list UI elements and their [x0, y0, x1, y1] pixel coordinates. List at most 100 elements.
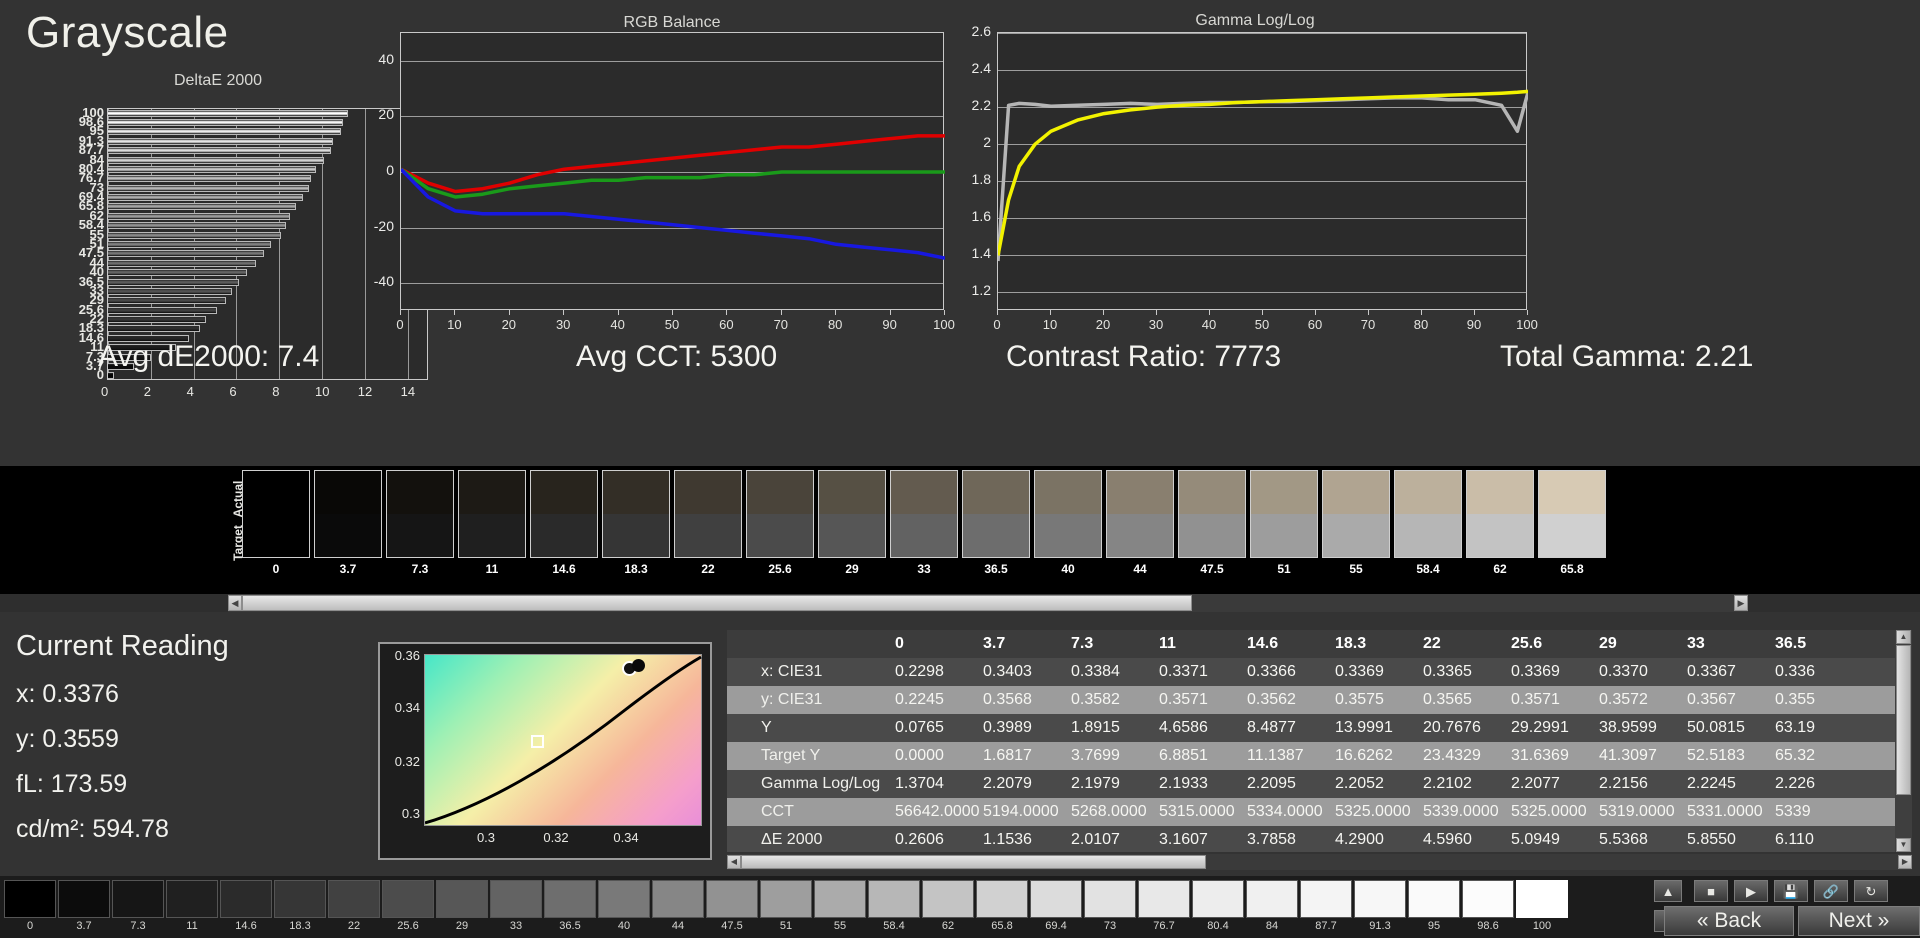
table-cell: 0.3369: [1511, 663, 1560, 680]
patch-swatch[interactable]: [530, 470, 598, 558]
grayscale-swatch[interactable]: [976, 880, 1028, 918]
patch-swatch[interactable]: [242, 470, 310, 558]
grayscale-swatch[interactable]: [328, 880, 380, 918]
table-cell: 1.1536: [983, 831, 1032, 848]
grayscale-swatch[interactable]: [1192, 880, 1244, 918]
grayscale-swatch[interactable]: [382, 880, 434, 918]
patch-swatch[interactable]: [1178, 470, 1246, 558]
patch-swatch[interactable]: [314, 470, 382, 558]
patch-target: [1467, 514, 1533, 557]
grayscale-swatch[interactable]: [544, 880, 596, 918]
patch-swatch[interactable]: [674, 470, 742, 558]
patch-swatch[interactable]: [1034, 470, 1102, 558]
deltae-bar: [108, 184, 310, 192]
grayscale-swatch[interactable]: [814, 880, 866, 918]
patch-swatch[interactable]: [890, 470, 958, 558]
refresh-icon[interactable]: ↻: [1854, 880, 1888, 902]
patch-swatch[interactable]: [602, 470, 670, 558]
table-row[interactable]: y: CIE31 0.2245 0.3568 0.3582 0.3571 0.3562 0.…: [727, 686, 1912, 714]
patch-swatch[interactable]: [1322, 470, 1390, 558]
grayscale-swatch[interactable]: [1138, 880, 1190, 918]
gamma-x-label: 20: [1095, 317, 1111, 332]
rgb-balance-x-tick: [835, 310, 837, 315]
patch-target: [819, 514, 885, 557]
rgb-balance-y-label: -20: [373, 217, 394, 234]
back-button[interactable]: « Back: [1664, 906, 1794, 936]
grayscale-swatch[interactable]: [220, 880, 272, 918]
grayscale-swatch[interactable]: [112, 880, 164, 918]
table-row[interactable]: Gamma Log/Log 1.3704 2.2079 2.1979 2.1933 2.2…: [727, 770, 1912, 798]
table-cell: 5.5368: [1599, 831, 1648, 848]
table-row[interactable]: ΔE 2000 0.2606 1.1536 2.0107 3.1607 3.7858 4.2…: [727, 826, 1912, 852]
deltae-x-label: 2: [143, 384, 152, 399]
grayscale-swatch[interactable]: [1030, 880, 1082, 918]
grayscale-swatch-label: 11: [186, 920, 198, 932]
table-vertical-scrollbar[interactable]: ▲ ▼: [1895, 630, 1912, 852]
patch-scroll-left-arrow[interactable]: ◀: [228, 595, 242, 611]
table-cell: 5325.0000: [1511, 803, 1587, 820]
play-icon[interactable]: ▶: [1734, 880, 1768, 902]
grayscale-swatch[interactable]: [652, 880, 704, 918]
grayscale-swatch[interactable]: [1300, 880, 1352, 918]
patch-swatch[interactable]: [1106, 470, 1174, 558]
grayscale-swatch[interactable]: [1354, 880, 1406, 918]
table-row[interactable]: Target Y 0.0000 1.6817 3.7699 6.8851 11.1387 1…: [727, 742, 1912, 770]
grayscale-swatch[interactable]: [436, 880, 488, 918]
grayscale-swatch[interactable]: [1246, 880, 1298, 918]
patch-swatch[interactable]: [962, 470, 1030, 558]
table-hscroll-thumb[interactable]: [741, 855, 1206, 869]
table-scroll-left-arrow[interactable]: ◀: [727, 855, 741, 869]
grayscale-swatch[interactable]: [1084, 880, 1136, 918]
patch-target: [1395, 514, 1461, 557]
grayscale-swatch[interactable]: [166, 880, 218, 918]
gamma-y-label: 2: [983, 134, 991, 151]
rgb-balance-x-tick: [726, 310, 728, 315]
table-row[interactable]: Y 0.0765 0.3989 1.8915 4.6586 8.4877 13.9991 20…: [727, 714, 1912, 742]
patch-swatch[interactable]: [818, 470, 886, 558]
grayscale-swatch[interactable]: [760, 880, 812, 918]
stop-icon[interactable]: ■: [1694, 880, 1728, 902]
patch-label: 18.3: [624, 562, 648, 576]
grayscale-swatch[interactable]: [922, 880, 974, 918]
patch-actual: [387, 471, 453, 514]
table-horizontal-scrollbar[interactable]: ◀ ▶: [727, 854, 1912, 870]
patch-strip-scrollbar[interactable]: ◀ ▶: [228, 594, 1748, 612]
grayscale-swatch[interactable]: [868, 880, 920, 918]
scroll-up-button[interactable]: ▲: [1654, 880, 1682, 902]
grayscale-swatch[interactable]: [1408, 880, 1460, 918]
gamma-x-tick: [1527, 310, 1528, 315]
patch-swatch[interactable]: [1538, 470, 1606, 558]
table-cell: 2.2077: [1511, 775, 1560, 792]
patch-scroll-thumb[interactable]: [242, 595, 1192, 611]
cie-chromaticity-chart[interactable]: 0.36 0.34 0.32 0.3 0.3 0.32 0.34: [378, 642, 712, 860]
table-scroll-down-arrow[interactable]: ▼: [1896, 838, 1911, 852]
grayscale-swatch[interactable]: [490, 880, 542, 918]
grayscale-swatch[interactable]: [706, 880, 758, 918]
avg-cct-stat: Avg CCT: 5300: [576, 340, 778, 373]
patch-scroll-right-arrow[interactable]: ▶: [1734, 595, 1748, 611]
patch-swatch[interactable]: [1250, 470, 1318, 558]
measurements-table[interactable]: 0 3.7 7.3 11 14.6 18.3 22 25.6 29 33 36.5 x: CIE31 0…: [727, 630, 1912, 852]
patch-swatch[interactable]: [1394, 470, 1462, 558]
table-row[interactable]: CCT 56642.0000 5194.0000 5268.0000 5315.0000…: [727, 798, 1912, 826]
table-vscroll-thumb[interactable]: [1896, 645, 1911, 795]
patch-swatch[interactable]: [386, 470, 454, 558]
grayscale-swatch[interactable]: [274, 880, 326, 918]
patch-swatch[interactable]: [1466, 470, 1534, 558]
patch-swatch[interactable]: [746, 470, 814, 558]
rgb-balance-line-blue: [401, 167, 945, 260]
grayscale-swatch[interactable]: [1462, 880, 1514, 918]
grayscale-swatch[interactable]: [598, 880, 650, 918]
save-icon[interactable]: 💾: [1774, 880, 1808, 902]
table-column-header: 3.7: [983, 635, 1006, 652]
grayscale-swatch[interactable]: [58, 880, 110, 918]
chevron-right-icon: »: [1877, 909, 1890, 932]
next-button[interactable]: Next »: [1798, 906, 1920, 936]
table-row[interactable]: x: CIE31 0.2298 0.3403 0.3384 0.3371 0.3366 0.…: [727, 658, 1912, 686]
grayscale-swatch[interactable]: [1516, 880, 1568, 918]
table-scroll-up-arrow[interactable]: ▲: [1896, 630, 1911, 644]
patch-swatch[interactable]: [458, 470, 526, 558]
table-scroll-right-arrow[interactable]: ▶: [1898, 855, 1912, 869]
link-icon[interactable]: 🔗: [1814, 880, 1848, 902]
grayscale-swatch[interactable]: [4, 880, 56, 918]
